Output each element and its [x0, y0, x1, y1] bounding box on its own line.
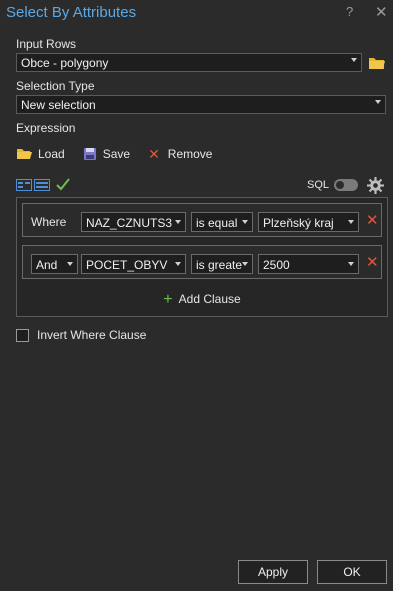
- load-button[interactable]: Load: [16, 147, 65, 161]
- toggle-knob: [336, 181, 344, 189]
- remove-icon: ✕: [148, 145, 160, 162]
- add-clause-button[interactable]: + Add Clause: [17, 290, 387, 308]
- expression-toolbar: Load Save ✕ Remove: [16, 145, 230, 163]
- field-value: POCET_OBYV: [86, 258, 168, 272]
- folder-open-icon: [17, 149, 32, 159]
- selection-type-dropdown[interactable]: New selection: [16, 95, 386, 114]
- value-value: Plzeňský kraj: [263, 216, 334, 230]
- load-label: Load: [38, 147, 65, 161]
- save-button[interactable]: Save: [83, 147, 130, 161]
- selection-type-value: New selection: [21, 98, 96, 112]
- clause-connector: Where: [31, 215, 67, 229]
- input-rows-dropdown[interactable]: Obce - polygony: [16, 53, 362, 72]
- gear-icon[interactable]: [367, 177, 384, 194]
- field-dropdown[interactable]: POCET_OBYV: [81, 254, 186, 274]
- remove-label: Remove: [167, 147, 213, 161]
- help-button[interactable]: ?: [346, 4, 353, 19]
- chevron-down-icon: [348, 220, 354, 224]
- operator-value: is greate: [196, 258, 243, 272]
- ok-button[interactable]: OK: [317, 560, 387, 584]
- sql-label: SQL: [307, 179, 330, 191]
- expression-label: Expression: [16, 121, 76, 135]
- remove-button[interactable]: ✕ Remove: [148, 146, 212, 163]
- clause-row-1: Where NAZ_CZNUTS3 is equal Plzeňský kraj…: [22, 203, 382, 237]
- delete-clause-icon[interactable]: ✕: [366, 213, 379, 228]
- connector-dropdown[interactable]: And: [31, 254, 78, 274]
- field-value: NAZ_CZNUTS3: [86, 216, 173, 230]
- save-icon: [83, 148, 96, 160]
- mode-bar: SQL: [16, 177, 386, 194]
- chevron-down-icon: [175, 262, 181, 266]
- plus-icon: +: [163, 291, 173, 308]
- selection-type-label: Selection Type: [16, 79, 95, 93]
- chevron-down-icon: [351, 58, 357, 62]
- title-bar: Select By Attributes ? ✕: [0, 0, 393, 26]
- field-dropdown[interactable]: NAZ_CZNUTS3: [81, 212, 186, 232]
- operator-dropdown[interactable]: is greate: [191, 254, 253, 274]
- close-button[interactable]: ✕: [375, 3, 388, 21]
- invert-where-checkbox[interactable]: [16, 328, 29, 342]
- operator-value: is equal: [196, 216, 238, 230]
- validate-check-icon[interactable]: [56, 178, 70, 191]
- chevron-down-icon: [242, 220, 248, 224]
- value-value: 2500: [263, 258, 290, 272]
- sql-toggle[interactable]: [334, 179, 358, 191]
- save-label: Save: [102, 147, 131, 161]
- clause-list: Where NAZ_CZNUTS3 is equal Plzeňský kraj…: [16, 197, 388, 317]
- value-dropdown[interactable]: Plzeňský kraj: [258, 212, 359, 232]
- input-rows-label: Input Rows: [16, 37, 77, 51]
- table-mode-icon[interactable]: [34, 179, 50, 191]
- chevron-down-icon: [242, 262, 248, 266]
- chevron-down-icon: [348, 262, 354, 266]
- input-rows-value: Obce - polygony: [21, 56, 109, 70]
- connector-value: And: [36, 258, 58, 272]
- value-dropdown[interactable]: 2500: [258, 254, 359, 274]
- chevron-down-icon: [67, 262, 73, 266]
- clause-mode-icon[interactable]: [16, 179, 32, 191]
- add-clause-label: Add Clause: [178, 292, 241, 306]
- window-title: Select By Attributes: [6, 4, 137, 21]
- chevron-down-icon: [375, 100, 381, 104]
- delete-clause-icon[interactable]: ✕: [366, 255, 379, 270]
- clause-row-2: And POCET_OBYV is greate 2500 ✕: [22, 245, 382, 279]
- folder-icon[interactable]: [368, 55, 386, 71]
- apply-button[interactable]: Apply: [238, 560, 308, 584]
- operator-dropdown[interactable]: is equal: [191, 212, 253, 232]
- invert-where-label: Invert Where Clause: [37, 328, 147, 342]
- chevron-down-icon: [175, 220, 181, 224]
- invert-where-option[interactable]: Invert Where Clause: [16, 328, 146, 342]
